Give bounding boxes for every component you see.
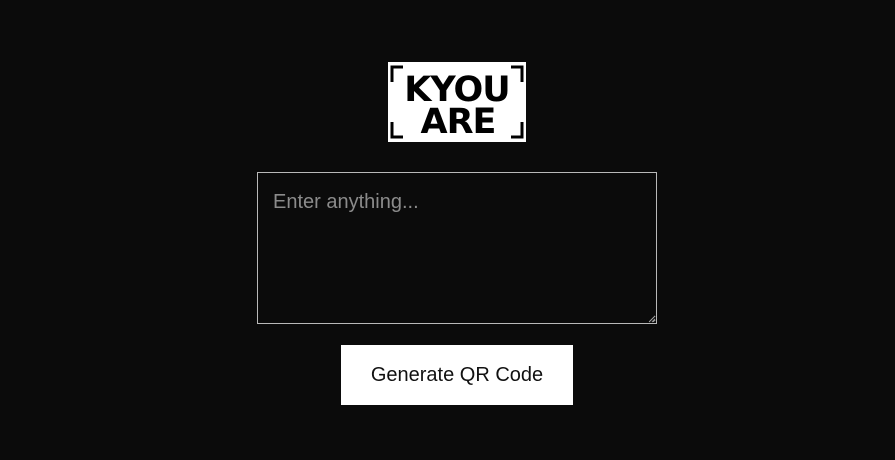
brand-logo: KYOU ARE <box>388 62 526 142</box>
logo-bracket-bottom-right <box>511 122 524 139</box>
generate-qr-code-button[interactable]: Generate QR Code <box>341 345 573 405</box>
logo-graphic: KYOU ARE <box>390 65 524 142</box>
logo-bracket-top-left <box>390 65 403 82</box>
qr-content-input[interactable] <box>257 172 657 324</box>
logo-bracket-top-right <box>511 65 524 82</box>
logo-bracket-bottom-left <box>390 122 403 139</box>
logo-text-line2: ARE <box>421 102 496 142</box>
